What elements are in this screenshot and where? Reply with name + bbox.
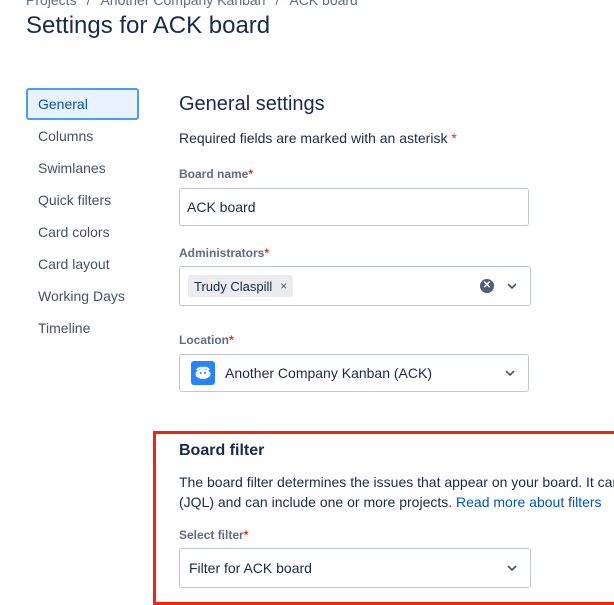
chevron-down-icon[interactable] [504, 560, 520, 576]
required-asterisk: * [248, 167, 254, 181]
sidebar-item-working-days[interactable]: Working Days [26, 280, 139, 312]
location-label-text: Location [179, 333, 229, 347]
general-settings-title: General settings [179, 93, 325, 115]
board-filter-description-line1: The board filter determines the issues t… [179, 474, 614, 490]
location-value-container: Another Company Kanban (ACK) [191, 361, 432, 385]
clear-icon[interactable]: ✕ [480, 279, 494, 293]
select-filter-label-text: Select filter [179, 528, 244, 542]
breadcrumb-separator: / [275, 0, 280, 8]
board-filter-description-line2: (JQL) and can include one or more projec… [179, 492, 614, 512]
select-filter-dropdown[interactable]: Filter for ACK board [179, 548, 531, 588]
select-filter-value: Filter for ACK board [189, 560, 312, 576]
required-note-text: Required fields are marked with an aster… [179, 130, 448, 146]
board-name-value: ACK board [187, 199, 256, 215]
location-value: Another Company Kanban (ACK) [225, 365, 432, 381]
required-fields-note: Required fields are marked with an aster… [179, 130, 457, 146]
administrators-label: Administrators* [179, 246, 269, 260]
location-select[interactable]: Another Company Kanban (ACK) [179, 354, 529, 392]
board-filter-description-text: (JQL) and can include one or more projec… [179, 494, 453, 510]
administrators-label-text: Administrators [179, 246, 265, 260]
breadcrumb-projects[interactable]: Projects [26, 0, 77, 8]
page-title: Settings for ACK board [26, 12, 271, 39]
sidebar-item-general[interactable]: General [26, 88, 139, 120]
sidebar-item-swimlanes[interactable]: Swimlanes [26, 152, 139, 184]
chevron-down-icon[interactable] [504, 278, 520, 294]
administrators-picker[interactable]: Trudy Claspill × ✕ [179, 266, 531, 306]
breadcrumb-separator: / [86, 0, 91, 8]
project-avatar-icon [191, 361, 215, 385]
board-name-label: Board name* [179, 167, 253, 181]
administrator-tag-label: Trudy Claspill [194, 278, 273, 294]
required-asterisk: * [451, 130, 457, 146]
board-name-label-text: Board name [179, 167, 249, 181]
select-filter-label: Select filter* [179, 528, 248, 542]
board-filter-description: The board filter determines the issues t… [179, 472, 614, 512]
chevron-down-icon[interactable] [502, 365, 518, 381]
settings-sidebar: General Columns Swimlanes Quick filters … [26, 88, 139, 344]
board-name-input[interactable]: ACK board [179, 188, 529, 226]
sidebar-item-card-colors[interactable]: Card colors [26, 216, 139, 248]
read-more-filters-link[interactable]: Read more about filters [456, 494, 602, 510]
required-asterisk: * [243, 528, 249, 542]
breadcrumb-project[interactable]: Another Company Kanban [100, 0, 265, 8]
sidebar-item-quick-filters[interactable]: Quick filters [26, 184, 139, 216]
location-label: Location* [179, 333, 234, 347]
required-asterisk: * [229, 333, 234, 347]
sidebar-item-columns[interactable]: Columns [26, 120, 139, 152]
administrator-tag: Trudy Claspill × [188, 275, 294, 297]
remove-tag-icon[interactable]: × [280, 279, 287, 293]
board-filter-title: Board filter [179, 442, 265, 459]
sidebar-item-card-layout[interactable]: Card layout [26, 248, 139, 280]
breadcrumb: Projects / Another Company Kanban / ACK boar… [26, 0, 358, 8]
breadcrumb-board[interactable]: ACK board [289, 0, 357, 8]
required-asterisk: * [264, 246, 270, 260]
sidebar-item-timeline[interactable]: Timeline [26, 312, 139, 344]
